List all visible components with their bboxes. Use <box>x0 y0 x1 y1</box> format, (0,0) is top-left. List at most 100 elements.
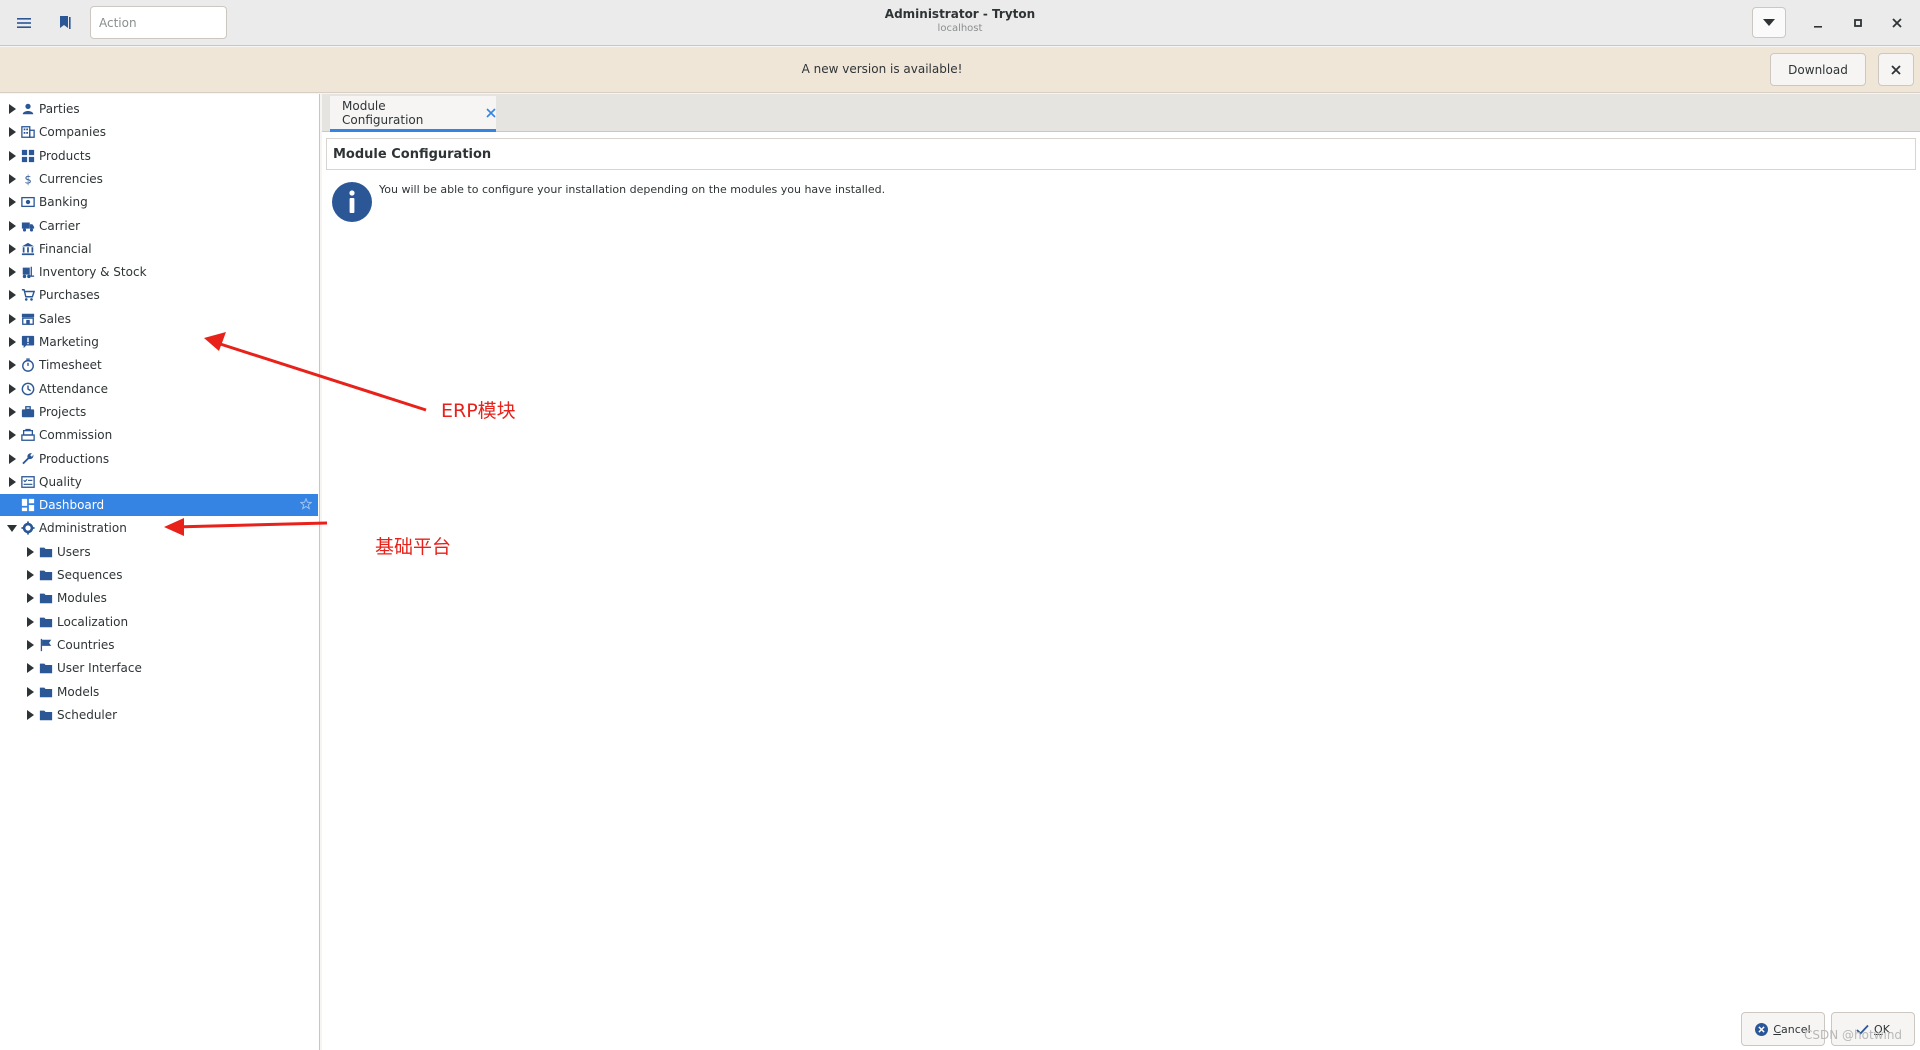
sidebar-item-label: Users <box>57 544 91 559</box>
sidebar-item-dashboard[interactable]: Dashboard <box>0 494 318 517</box>
expand-arrow-icon[interactable] <box>6 359 18 371</box>
header-menu-dropdown-button[interactable] <box>1752 7 1786 38</box>
sidebar-item-attendance[interactable]: Attendance <box>0 378 318 400</box>
close-icon <box>486 107 496 118</box>
sidebar-item-label: Dashboard <box>39 498 105 513</box>
dashboard-icon <box>20 497 36 513</box>
favorite-star-icon[interactable] <box>299 497 313 513</box>
sidebar-item-currencies[interactable]: $ Currencies <box>0 168 318 190</box>
expand-arrow-icon[interactable] <box>6 406 18 418</box>
folder-icon <box>38 567 54 583</box>
expand-arrow-icon[interactable] <box>6 196 18 208</box>
folder-icon <box>38 614 54 630</box>
sidebar-item-label: Sales <box>39 311 71 326</box>
sidebar-item-parties[interactable]: Parties <box>0 98 318 120</box>
expand-arrow-icon[interactable] <box>24 686 36 698</box>
sidebar-item-label: Productions <box>39 451 110 466</box>
sidebar-item-label: Projects <box>39 404 87 419</box>
sidebar-item-companies[interactable]: Companies <box>0 121 318 143</box>
close-window-button[interactable] <box>1882 8 1912 38</box>
expand-arrow-icon[interactable] <box>6 313 18 325</box>
tab-close-button[interactable] <box>486 107 496 118</box>
expand-arrow-icon[interactable] <box>6 173 18 185</box>
expand-arrow-icon[interactable] <box>24 616 36 628</box>
store-icon <box>20 311 36 327</box>
sidebar-item-sales[interactable]: Sales <box>0 308 318 330</box>
expand-arrow-icon[interactable] <box>24 639 36 651</box>
expand-arrow-icon[interactable] <box>6 429 18 441</box>
wrench-icon <box>20 451 36 467</box>
expand-arrow-icon[interactable] <box>6 126 18 138</box>
sidebar-item-productions[interactable]: Productions <box>0 448 318 470</box>
favorites-button[interactable] <box>50 8 80 38</box>
infobar-close-button[interactable] <box>1878 53 1914 86</box>
minimize-button[interactable] <box>1803 8 1833 38</box>
sidebar-item-sequences[interactable]: Sequences <box>0 564 318 586</box>
header-bar: Administrator - Tryton localhost <box>0 0 1920 46</box>
expand-arrow-icon[interactable] <box>6 266 18 278</box>
sidebar-item-commission[interactable]: Commission <box>0 424 318 446</box>
cashier-icon <box>20 427 36 443</box>
sidebar-item-projects[interactable]: Projects <box>0 401 318 423</box>
download-button[interactable]: Download <box>1770 53 1866 86</box>
expand-arrow-icon[interactable] <box>6 383 18 395</box>
tab-label: Module Configuration <box>342 98 424 127</box>
expand-arrow-icon[interactable] <box>24 569 36 581</box>
menu-toggle-button[interactable] <box>9 8 39 38</box>
collapse-arrow-icon[interactable] <box>6 522 18 534</box>
expand-arrow-icon[interactable] <box>24 662 36 674</box>
sidebar-item-user-interface[interactable]: User Interface <box>0 657 318 679</box>
caret-down-icon <box>1763 18 1775 26</box>
sidebar-item-scheduler[interactable]: Scheduler <box>0 704 318 726</box>
minimize-icon <box>1814 26 1822 28</box>
sidebar-item-quality[interactable]: Quality <box>0 471 318 493</box>
expand-arrow-icon[interactable] <box>6 289 18 301</box>
expand-arrow-icon[interactable] <box>6 103 18 115</box>
sidebar-item-banking[interactable]: Banking <box>0 191 318 213</box>
sidebar-item-administration[interactable]: Administration <box>0 517 318 539</box>
flag-icon <box>38 637 54 653</box>
sidebar-item-modules[interactable]: Modules <box>0 587 318 609</box>
sidebar-item-label: Countries <box>57 637 115 652</box>
expand-arrow-icon[interactable] <box>6 220 18 232</box>
sidebar-item-localization[interactable]: Localization <box>0 611 318 633</box>
expand-arrow-icon[interactable] <box>6 243 18 255</box>
sidebar-item-timesheet[interactable]: Timesheet <box>0 354 318 376</box>
sidebar-item-label: Models <box>57 684 100 699</box>
sidebar-item-countries[interactable]: Countries <box>0 634 318 656</box>
sidebar-item-label: Financial <box>39 241 92 256</box>
form-title: Module Configuration <box>326 138 1916 170</box>
gear-icon <box>20 520 36 536</box>
truck-icon <box>20 218 36 234</box>
expand-arrow-icon[interactable] <box>6 336 18 348</box>
sidebar-item-label: Localization <box>57 614 129 629</box>
sidebar-item-models[interactable]: Models <box>0 681 318 703</box>
sidebar-item-users[interactable]: Users <box>0 541 318 563</box>
expand-arrow-icon[interactable] <box>24 546 36 558</box>
expand-arrow-icon[interactable] <box>6 453 18 465</box>
sidebar-item-inventory-and-stock[interactable]: Inventory & Stock <box>0 261 318 283</box>
expand-arrow-icon[interactable] <box>6 476 18 488</box>
action-search-input[interactable] <box>90 6 227 39</box>
sidebar-item-label: Sequences <box>57 568 123 582</box>
expand-arrow-icon[interactable] <box>24 709 36 721</box>
sidebar-item-products[interactable]: Products <box>0 145 318 167</box>
building-icon <box>20 124 36 140</box>
sidebar-item-purchases[interactable]: Purchases <box>0 284 318 306</box>
expand-arrow-icon[interactable] <box>24 592 36 604</box>
sidebar-item-carrier[interactable]: Carrier <box>0 215 318 237</box>
expand-arrow-icon[interactable] <box>6 150 18 162</box>
window-title: Administrator - Tryton localhost <box>760 7 1160 34</box>
sidebar-item-financial[interactable]: Financial <box>0 238 318 260</box>
maximize-button[interactable] <box>1843 8 1873 38</box>
close-icon <box>1892 18 1902 28</box>
tab-module-configuration[interactable]: Module Configuration <box>330 96 496 132</box>
sidebar-item-marketing[interactable]: Marketing <box>0 331 318 353</box>
sidebar-item-label: Quality <box>39 474 82 489</box>
sidebar-item-label: Purchases <box>39 288 100 303</box>
sidebar-item-label: Modules <box>57 591 107 606</box>
folder-icon <box>38 544 54 560</box>
folder-icon <box>38 684 54 700</box>
sidebar-item-label: Administration <box>39 521 127 536</box>
